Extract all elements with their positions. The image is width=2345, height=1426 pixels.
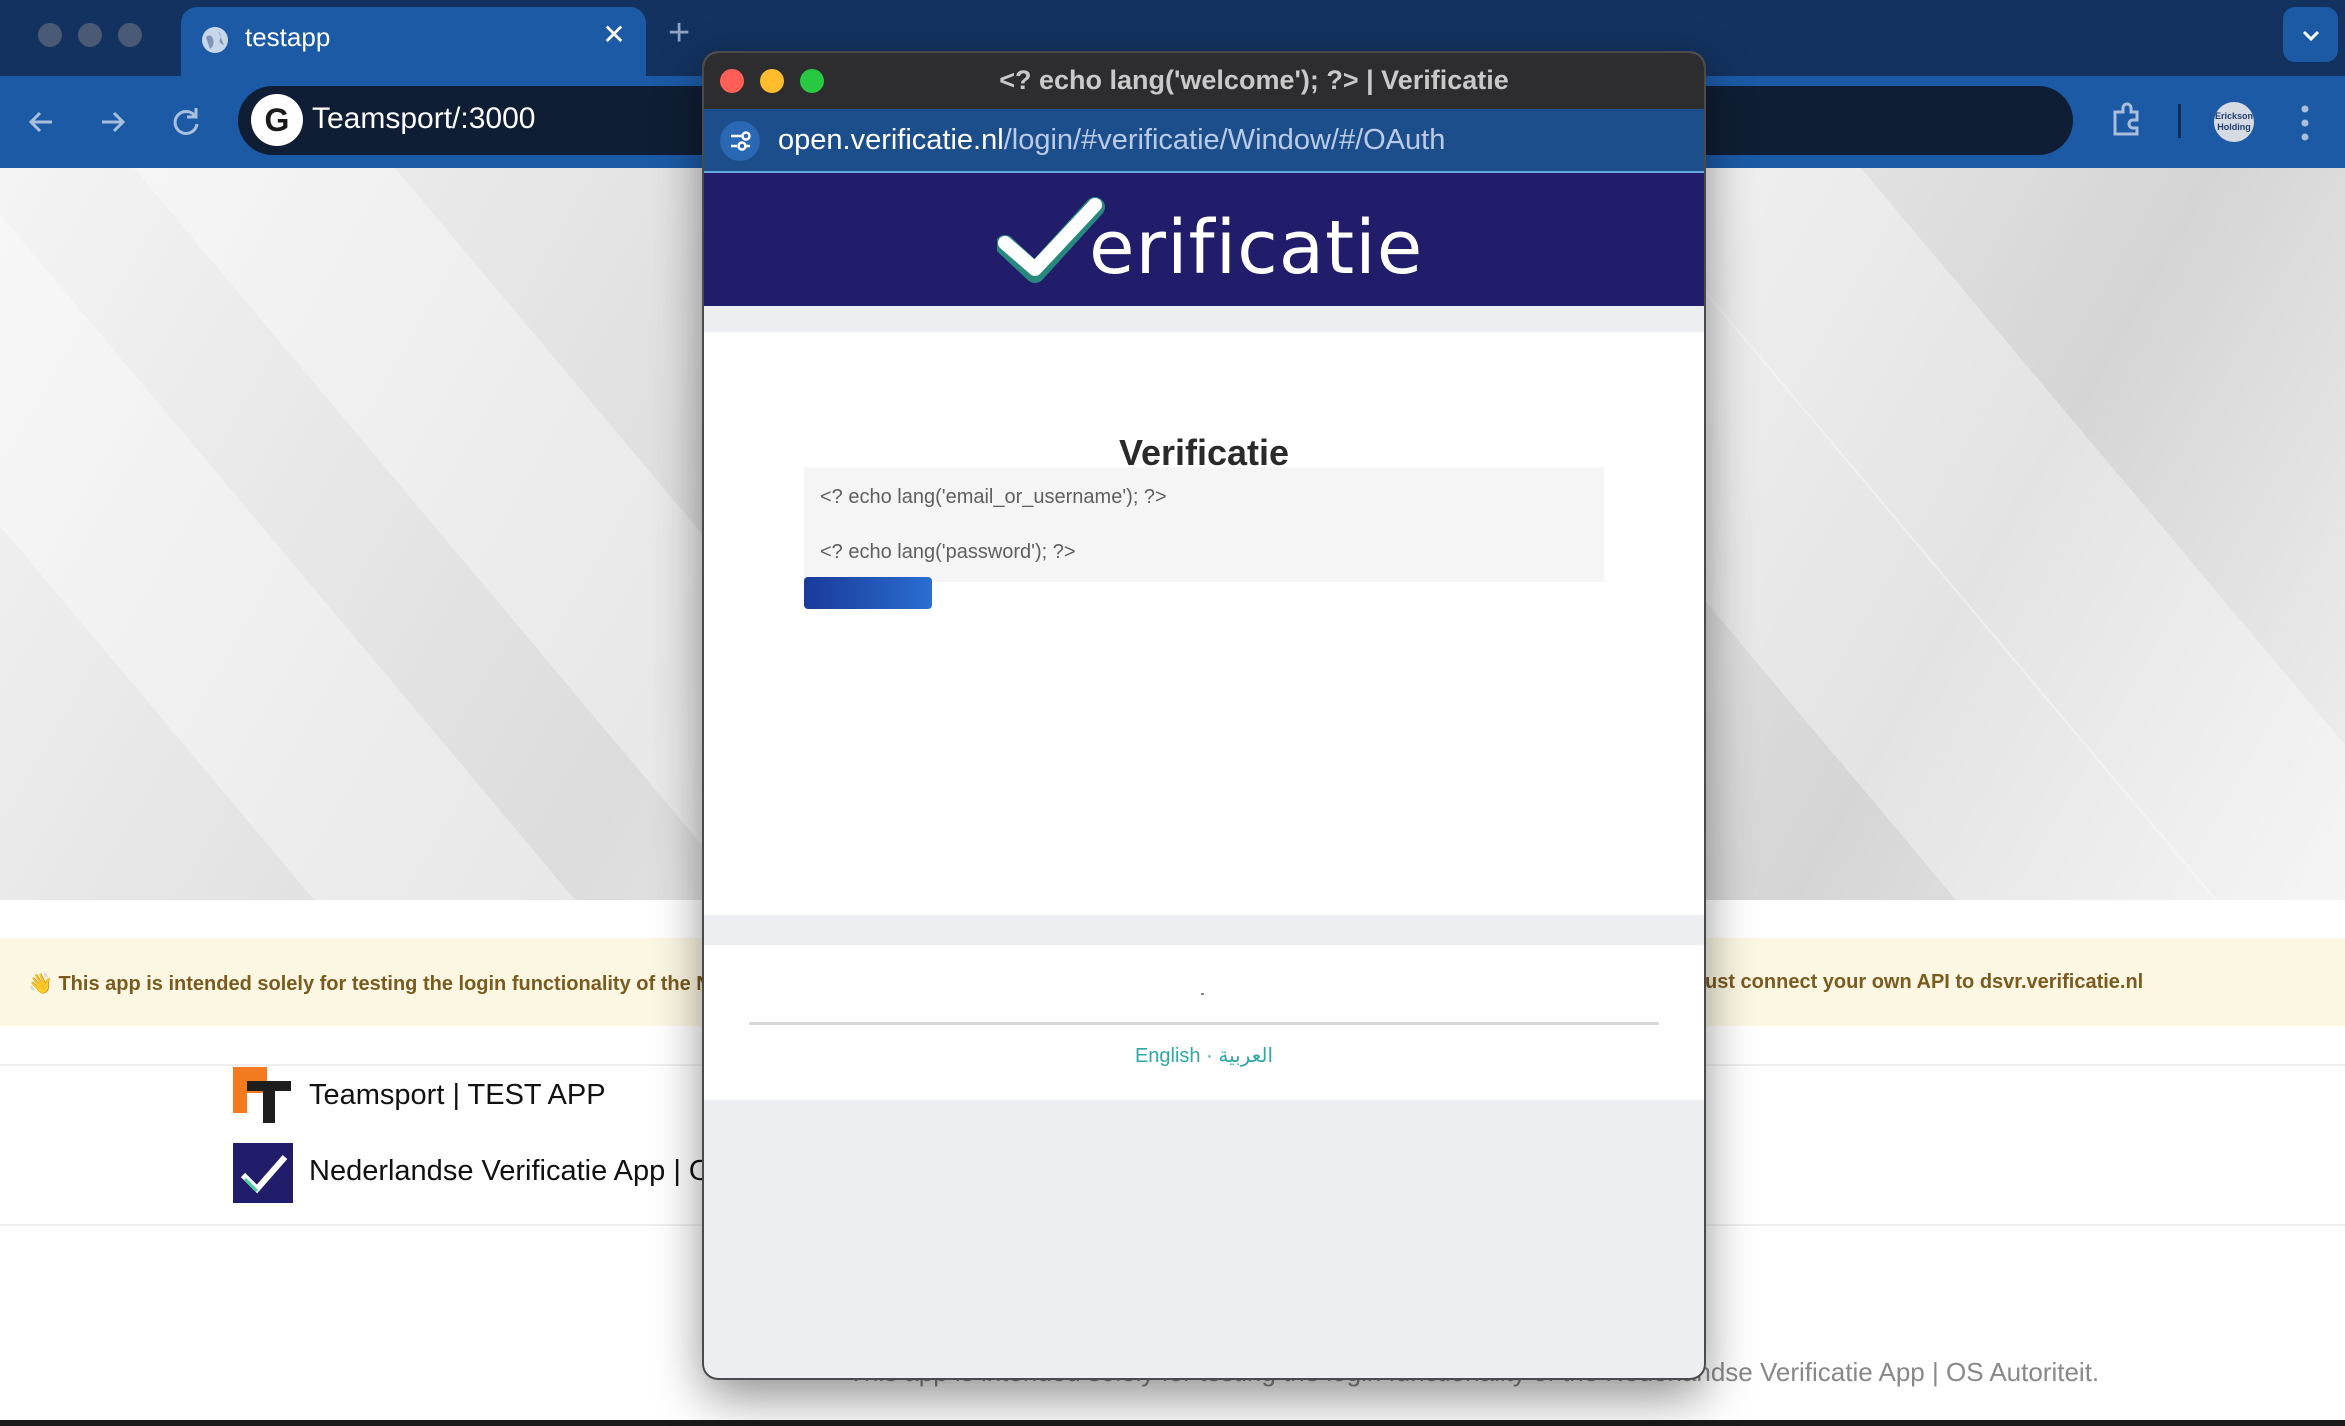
- tab-search-button[interactable]: [2283, 7, 2338, 62]
- lang-separator: ·: [1206, 1045, 1213, 1067]
- new-tab-button[interactable]: +: [668, 12, 690, 55]
- popup-url-text: open.verificatie.nl/login/#verificatie/W…: [778, 124, 1445, 157]
- popup-title-bar: <? echo lang('welcome'); ?> | Verificati…: [704, 53, 1704, 109]
- popup-brand-header: erificatie: [704, 173, 1704, 306]
- verificatie-check-icon: [233, 1143, 293, 1203]
- popup-footer: English · العربية: [704, 945, 1704, 1100]
- google-icon: G: [251, 94, 303, 146]
- extensions-puzzle-icon[interactable]: [2105, 98, 2149, 142]
- popup-url-path: /login/#verificatie/Window/#/OAuth: [1003, 124, 1446, 156]
- reload-icon[interactable]: [162, 98, 210, 146]
- oauth-popup-window: <? echo lang('welcome'); ?> | Verificati…: [704, 53, 1704, 1378]
- footer-divider: [749, 1022, 1659, 1025]
- window-zoom-dot[interactable]: [118, 23, 142, 47]
- banner-text-left: 👋 This app is intended solely for testin…: [28, 973, 735, 995]
- back-arrow-icon[interactable]: [18, 98, 66, 146]
- password-field[interactable]: [804, 522, 1604, 582]
- email-or-username-field[interactable]: [804, 467, 1604, 527]
- language-switcher: English · العربية: [704, 1043, 1704, 1068]
- login-card: Verificatie: [704, 332, 1704, 915]
- tab-close-icon[interactable]: ✕: [599, 18, 629, 51]
- toolbar-divider: [2178, 104, 2181, 138]
- tab-title: testapp: [245, 22, 331, 52]
- address-text: Teamsport/:3000: [312, 102, 536, 135]
- popup-url-bar[interactable]: open.verificatie.nl/login/#verificatie/W…: [704, 109, 1704, 173]
- site-settings-icon[interactable]: [720, 121, 760, 161]
- banner-text-right: ust connect your own API to dsvr.verific…: [1705, 971, 2144, 993]
- teamsport-logo-icon: [233, 1067, 291, 1123]
- forward-arrow-icon[interactable]: [88, 98, 136, 146]
- popup-window-title: <? echo lang('welcome'); ?> | Verificati…: [999, 65, 1509, 95]
- chevron-down-icon: [2302, 30, 2320, 42]
- page-bottom-edge: [0, 1420, 2345, 1426]
- login-submit-button[interactable]: [804, 577, 932, 609]
- window-minimize-dot[interactable]: [78, 23, 102, 47]
- popup-url-domain: open.verificatie.nl: [778, 124, 1004, 156]
- spacer-dot: [1201, 993, 1204, 995]
- lang-arabic-link[interactable]: العربية: [1218, 1045, 1273, 1067]
- window-close-dot[interactable]: [38, 23, 62, 47]
- app-label-teamsport: Teamsport | TEST APP: [309, 1079, 606, 1111]
- lang-english-link[interactable]: English: [1135, 1045, 1201, 1067]
- tab-testapp[interactable]: testapp ✕: [181, 7, 646, 76]
- globe-icon: [202, 27, 228, 53]
- profile-avatar[interactable]: Erickson Holding: [2214, 102, 2254, 142]
- app-label-verificatie: Nederlandse Verificatie App | OS: [309, 1155, 731, 1187]
- verificatie-logo: erificatie: [997, 193, 1422, 293]
- more-menu-icon[interactable]: [2295, 100, 2315, 146]
- brand-wordmark: erificatie: [1089, 205, 1424, 291]
